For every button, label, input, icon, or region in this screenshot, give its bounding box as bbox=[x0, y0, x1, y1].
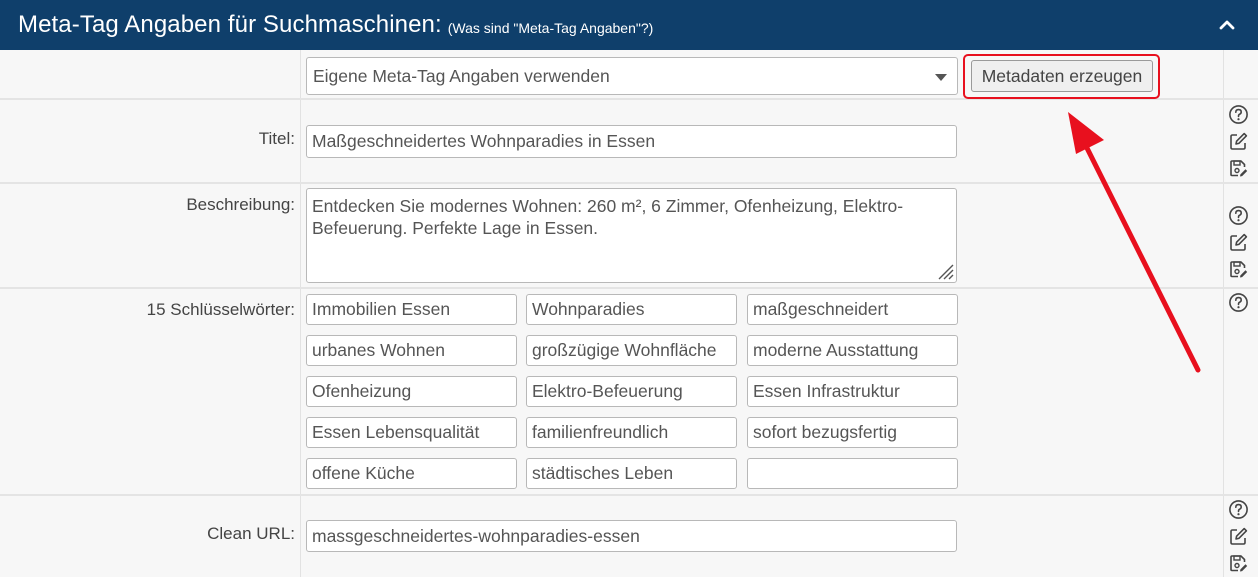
title-input[interactable]: Maßgeschneidertes Wohnparadies in Essen bbox=[306, 125, 957, 158]
keyword-input[interactable]: Essen Infrastruktur bbox=[747, 376, 958, 407]
keyword-input[interactable]: Wohnparadies bbox=[526, 294, 737, 325]
description-text: Entdecken Sie modernes Wohnen: 260 m², 6… bbox=[312, 196, 904, 238]
question-circle-icon[interactable] bbox=[1228, 292, 1249, 313]
generate-metadata-button[interactable]: Metadaten erzeugen bbox=[971, 60, 1153, 92]
icon-cell bbox=[1223, 50, 1258, 98]
keyword-input[interactable]: Ofenheizung bbox=[306, 376, 517, 407]
keyword-input[interactable]: maßgeschneidert bbox=[747, 294, 958, 325]
pencil-square-icon[interactable] bbox=[1228, 131, 1249, 152]
question-circle-icon[interactable] bbox=[1228, 205, 1249, 226]
keyword-input[interactable]: urbanes Wohnen bbox=[306, 335, 517, 366]
keyword-input[interactable]: städtisches Leben bbox=[526, 458, 737, 489]
keyword-input[interactable]: familienfreundlich bbox=[526, 417, 737, 448]
floppy-disk-edit-icon[interactable] bbox=[1228, 553, 1249, 574]
clean-url-input[interactable]: massgeschneidertes-wohnparadies-essen bbox=[306, 520, 957, 552]
section-header: Meta-Tag Angaben für Suchmaschinen: (Was… bbox=[0, 0, 1258, 50]
pencil-square-icon[interactable] bbox=[1228, 526, 1249, 547]
question-circle-icon[interactable] bbox=[1228, 499, 1249, 520]
description-textarea[interactable]: Entdecken Sie modernes Wohnen: 260 m², 6… bbox=[306, 188, 957, 283]
section-title: Meta-Tag Angaben für Suchmaschinen: bbox=[18, 11, 442, 38]
floppy-disk-edit-icon[interactable] bbox=[1228, 259, 1249, 280]
question-circle-icon[interactable] bbox=[1228, 104, 1249, 125]
meta-mode-select[interactable]: Eigene Meta-Tag Angaben verwenden bbox=[306, 57, 958, 95]
meta-tag-help-link[interactable]: (Was sind "Meta-Tag Angaben"?) bbox=[448, 20, 654, 36]
keyword-input[interactable]: Essen Lebensqualität bbox=[306, 417, 517, 448]
floppy-disk-edit-icon[interactable] bbox=[1228, 158, 1249, 179]
keyword-input[interactable]: großzügige Wohnfläche bbox=[526, 335, 737, 366]
meta-mode-value: Eigene Meta-Tag Angaben verwenden bbox=[313, 65, 610, 86]
chevron-down-icon bbox=[935, 74, 947, 81]
resize-handle-icon[interactable] bbox=[936, 262, 954, 280]
pencil-square-icon[interactable] bbox=[1228, 232, 1249, 253]
chevron-up-icon[interactable] bbox=[1216, 14, 1238, 36]
description-label: Beschreibung: bbox=[186, 195, 295, 214]
icon-cell bbox=[1223, 289, 1258, 494]
keyword-input[interactable]: offene Küche bbox=[306, 458, 517, 489]
label-cell bbox=[0, 50, 301, 98]
title-label: Titel: bbox=[258, 129, 295, 148]
keyword-input[interactable]: Immobilien Essen bbox=[306, 294, 517, 325]
label-cell bbox=[0, 100, 301, 182]
clean-url-label: Clean URL: bbox=[207, 524, 295, 543]
keyword-input[interactable]: Elektro-Befeuerung bbox=[526, 376, 737, 407]
keyword-input[interactable]: sofort bezugsfertig bbox=[747, 417, 958, 448]
keywords-label: 15 Schlüsselwörter: bbox=[146, 300, 295, 319]
keyword-input[interactable]: moderne Ausstattung bbox=[747, 335, 958, 366]
annotation-arrow bbox=[1068, 112, 1201, 373]
keyword-input[interactable] bbox=[747, 458, 958, 489]
